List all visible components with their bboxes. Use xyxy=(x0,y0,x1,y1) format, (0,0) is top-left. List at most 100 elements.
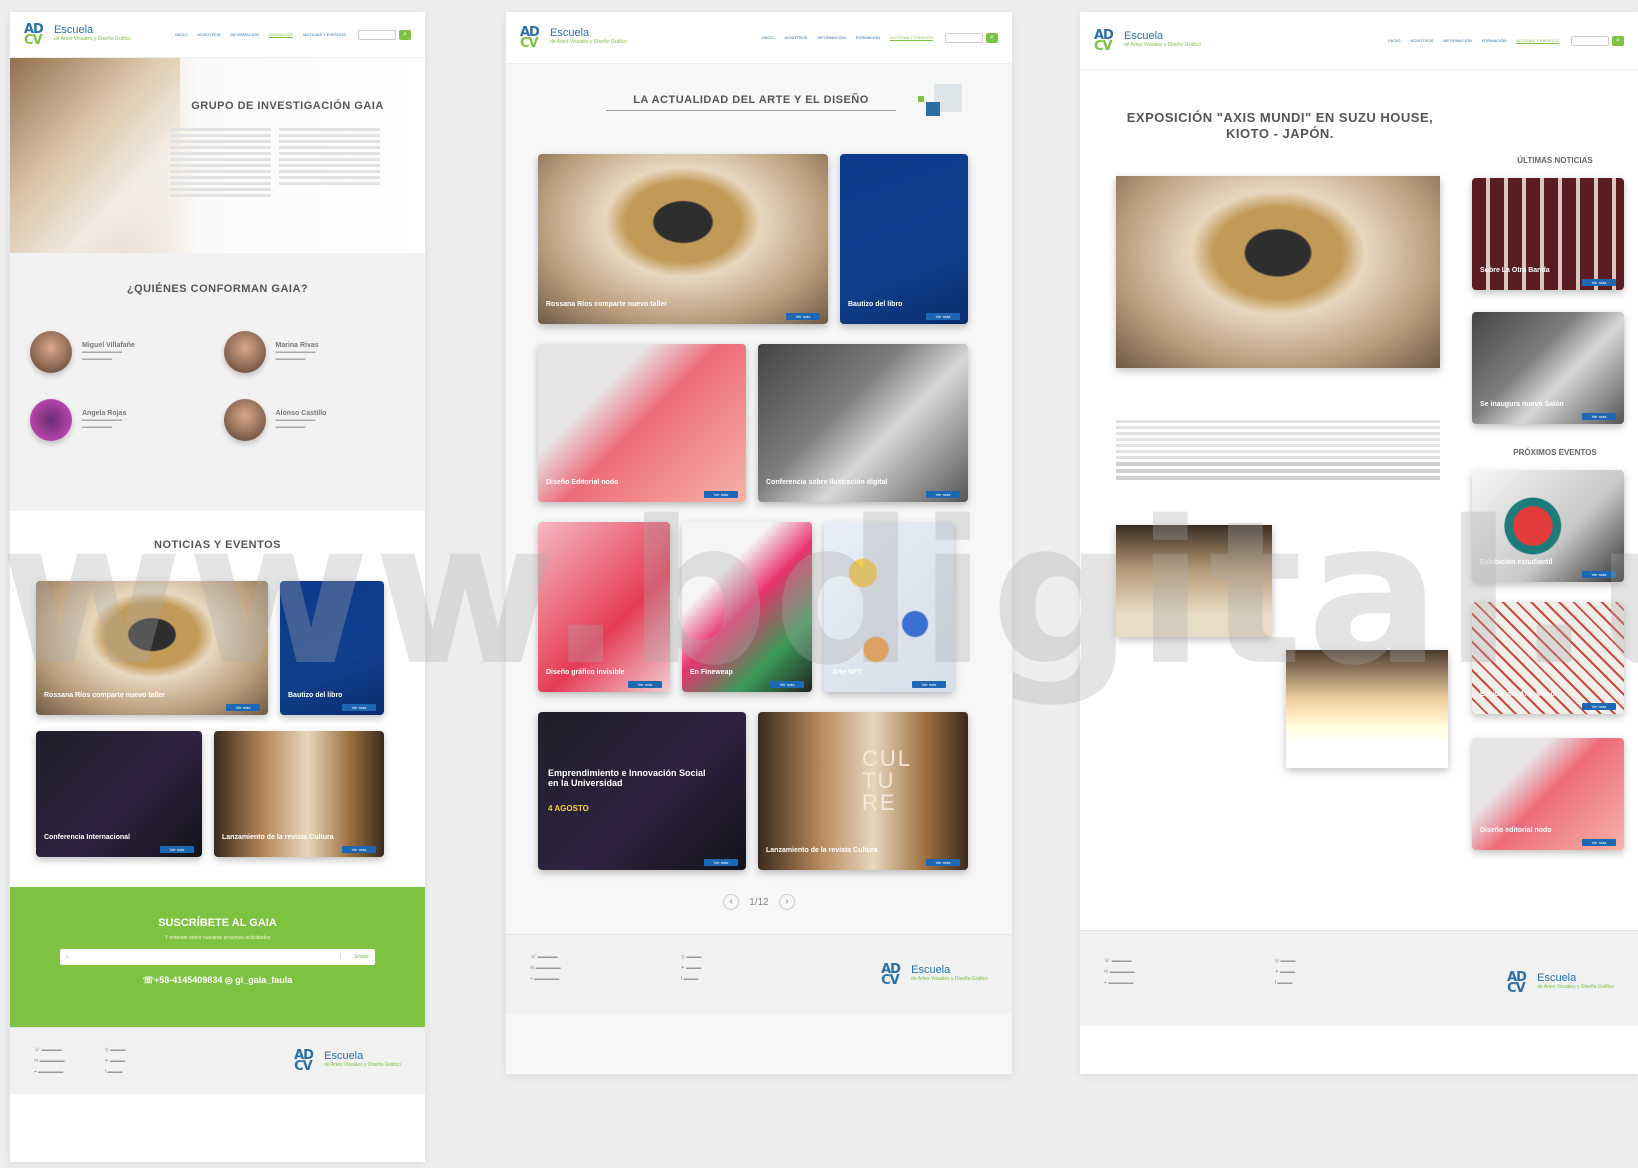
gaia-page: AD CV Escuela de Artes Visuales y Diseño G… xyxy=(10,12,425,1162)
facebook-icon[interactable]: f ▬▬▬ xyxy=(1275,980,1296,986)
gaia-hero: GRUPO DE INVESTIGACIÓN GAIA xyxy=(10,58,425,253)
side-card[interactable]: Exhibición: Axis Mundi Ver más xyxy=(1472,602,1624,714)
search-icon: ⌕ xyxy=(403,30,407,38)
email-field[interactable]: ⌕ Enviar xyxy=(60,949,375,965)
nav-nosotros[interactable]: NOSOTROS xyxy=(198,32,221,38)
news-grid: Emprendimiento e Innovación Social en la… xyxy=(506,712,1012,870)
site-logo[interactable]: AD CV Escuela de Artes Visuales y Diseño G… xyxy=(24,23,131,47)
news-card[interactable]: Bautizo del libro Ver más xyxy=(280,581,384,715)
news-grid: Conferencia Internacional Ver más Lanzami… xyxy=(10,731,425,857)
side-card[interactable]: Sobre La Otra Banda Ver más xyxy=(1472,178,1624,290)
nav-nosotros[interactable]: NOSOTROS xyxy=(1411,38,1434,44)
nav-formacion[interactable]: FORMACIÓN xyxy=(856,35,880,41)
news-header: LA ACTUALIDAD DEL ARTE Y EL DISEÑO xyxy=(506,64,1012,154)
phone-icon: ☏ ▬▬▬▬ xyxy=(34,1047,62,1053)
instagram-icon[interactable]: ◎ ▬▬▬ xyxy=(105,1047,126,1053)
next-page-button[interactable]: › xyxy=(778,894,795,910)
hero-image xyxy=(10,58,180,253)
search-button[interactable]: ⌕ xyxy=(399,29,411,40)
avatar xyxy=(30,399,72,441)
search-icon: ⌕ xyxy=(990,33,994,41)
subscribe-button[interactable]: Enviar xyxy=(339,954,369,960)
page-title: GRUPO DE INVESTIGACIÓN GAIA xyxy=(191,100,384,112)
nav-noticias[interactable]: NOTICIAS Y EVENTOS xyxy=(890,35,933,41)
search-icon: ⌕ xyxy=(66,954,69,960)
pagination: ‹ 1/12 › xyxy=(506,894,1012,910)
site-logo[interactable]: AD CV Escuela de Artes Visuales y Diseño G… xyxy=(520,26,627,50)
news-card[interactable]: Diseño gráfico invisible Ver más xyxy=(538,522,670,692)
location-icon: ⌖ ▬▬▬▬▬ xyxy=(1104,980,1134,986)
member-card: Alonso Castillo ▬▬▬▬▬▬▬▬ ▬▬▬▬▬▬ xyxy=(223,399,406,441)
latest-heading: ÚLTIMAS NOTICIAS xyxy=(1517,156,1593,165)
instagram-icon[interactable]: ◎ ▬▬▬ xyxy=(1275,958,1296,964)
search-input[interactable] xyxy=(1571,35,1609,46)
phone-icon: ☏ ▬▬▬▬ xyxy=(1104,958,1132,964)
member-card: Marina Rivas ▬▬▬▬▬▬▬▬ ▬▬▬▬▬▬ xyxy=(223,331,406,373)
news-card[interactable]: Rossana Ríos comparte nuevo taller Ver má… xyxy=(538,154,828,324)
members-title: ¿QUIÉNES CONFORMAN GAIA? xyxy=(126,283,309,295)
search-icon: ⌕ xyxy=(1616,36,1620,44)
nav-noticias[interactable]: NOTICIAS Y EVENTOS xyxy=(1516,38,1559,44)
page-indicator: 1/12 xyxy=(749,896,769,908)
article-image xyxy=(1116,176,1440,368)
subscribe-title: SUSCRÍBETE AL GAIA xyxy=(158,917,277,929)
side-card[interactable]: Se inaugura nuevo Salón Ver más xyxy=(1472,312,1624,424)
nav-nosotros[interactable]: NOSOTROS xyxy=(785,35,808,41)
article-title: EXPOSICIÓN "AXIS MUNDI" EN SUZU HOUSE, K… xyxy=(1126,110,1434,141)
article-photo xyxy=(1116,525,1272,637)
news-card[interactable]: Conferencia Internacional Ver más xyxy=(36,731,202,857)
news-card[interactable]: Emprendimiento e Innovación Social en la… xyxy=(538,712,746,870)
subscribe-banner: SUSCRÍBETE AL GAIA Y entérate sobre nues… xyxy=(10,887,425,1027)
page-title: LA ACTUALIDAD DEL ARTE Y EL DISEÑO xyxy=(606,94,896,111)
news-grid: Rossana Ríos comparte nuevo taller Ver má… xyxy=(10,581,425,715)
side-card[interactable]: Diseño editorial nodo Ver más xyxy=(1472,738,1624,850)
article-body xyxy=(1116,420,1440,483)
news-grid: Diseño Editorial nodo Ver más Conferencia… xyxy=(506,344,1012,502)
prev-page-button[interactable]: ‹ xyxy=(723,894,740,910)
article-photo xyxy=(1286,650,1448,768)
search-input[interactable] xyxy=(358,29,396,40)
side-card[interactable]: Exhibición estudiantil Ver más xyxy=(1472,470,1624,582)
search-input[interactable] xyxy=(945,32,983,43)
decor-square xyxy=(926,102,940,116)
news-card[interactable]: Conferencia sobre Ilustración digital Ver… xyxy=(758,344,968,502)
news-card[interactable]: Rossana Ríos comparte nuevo taller Ver má… xyxy=(36,581,268,715)
avatar xyxy=(223,399,266,441)
footer-logo: AD CV Escuela de Artes Visuales y Diseño Gr… xyxy=(294,1048,401,1074)
twitter-icon[interactable]: ✦ ▬▬▬ xyxy=(105,1058,126,1064)
facebook-icon[interactable]: f ▬▬▬ xyxy=(681,976,702,982)
news-card[interactable]: CUL TU RE Lanzamiento de la revista Cult… xyxy=(758,712,968,870)
news-section: NOTICIAS Y EVENTOS Rossana Ríos comparte… xyxy=(10,511,425,887)
nav-informacion[interactable]: INFORMACIÓN xyxy=(230,32,258,38)
nav-formacion[interactable]: FORMACIÓN xyxy=(1482,38,1506,44)
search-button[interactable]: ⌕ xyxy=(1612,35,1624,46)
news-card[interactable]: Diseño Editorial nodo Ver más xyxy=(538,344,746,502)
nav-inicio[interactable]: INICIO xyxy=(762,35,774,41)
nav-inicio[interactable]: INICIO xyxy=(175,32,187,38)
news-card[interactable]: En Fineweap Ver más xyxy=(682,522,812,692)
decor-square xyxy=(918,96,924,102)
twitter-icon[interactable]: ✦ ▬▬▬ xyxy=(1275,969,1296,975)
phone-icon: ☏ ▬▬▬▬ xyxy=(530,954,558,960)
article-page: AD CV Escuela de Artes Visuales y Diseño G… xyxy=(1080,12,1638,1074)
news-card[interactable]: Bautizo del libro Ver más xyxy=(840,154,968,324)
nav-informacion[interactable]: INFORMACIÓN xyxy=(1443,38,1471,44)
main-nav: INICIO NOSOTROS INFORMACIÓN FORMACIÓN NO… xyxy=(1388,38,1559,44)
nav-inicio[interactable]: INICIO xyxy=(1388,38,1400,44)
nav-formacion[interactable]: FORMACIÓN xyxy=(268,32,294,38)
site-logo[interactable]: AD CV Escuela de Artes Visuales y Diseño G… xyxy=(1094,29,1201,53)
news-card[interactable]: Arte NFT Ver más xyxy=(824,522,954,692)
twitter-icon[interactable]: ✦ ▬▬▬ xyxy=(681,965,702,971)
instagram-icon[interactable]: ◎ ▬▬▬ xyxy=(681,954,702,960)
facebook-icon[interactable]: f ▬▬▬ xyxy=(105,1069,126,1075)
mail-icon: ✉ ▬▬▬▬▬ xyxy=(1104,969,1135,975)
nav-informacion[interactable]: INFORMACIÓN xyxy=(817,35,845,41)
site-header: AD CV Escuela de Artes Visuales y Diseño G… xyxy=(1080,12,1638,70)
news-grid: Rossana Ríos comparte nuevo taller Ver má… xyxy=(506,154,1012,324)
contact-line: ☏+58-4145409834 ◎ gi_gaia_faula xyxy=(142,975,293,985)
chevron-right-icon: › xyxy=(785,896,789,907)
footer: ☏ ▬▬▬▬ ✉ ▬▬▬▬▬ ⌖ ▬▬▬▬▬ ◎ ▬▬▬ ✦ ▬▬▬ f ▬▬▬ AD C… xyxy=(1080,930,1638,1026)
search-button[interactable]: ⌕ xyxy=(986,32,998,43)
nav-noticias[interactable]: NOTICIAS Y EVENTOS xyxy=(303,32,346,38)
news-card[interactable]: Lanzamiento de la revista Cultura Ver más xyxy=(214,731,384,857)
